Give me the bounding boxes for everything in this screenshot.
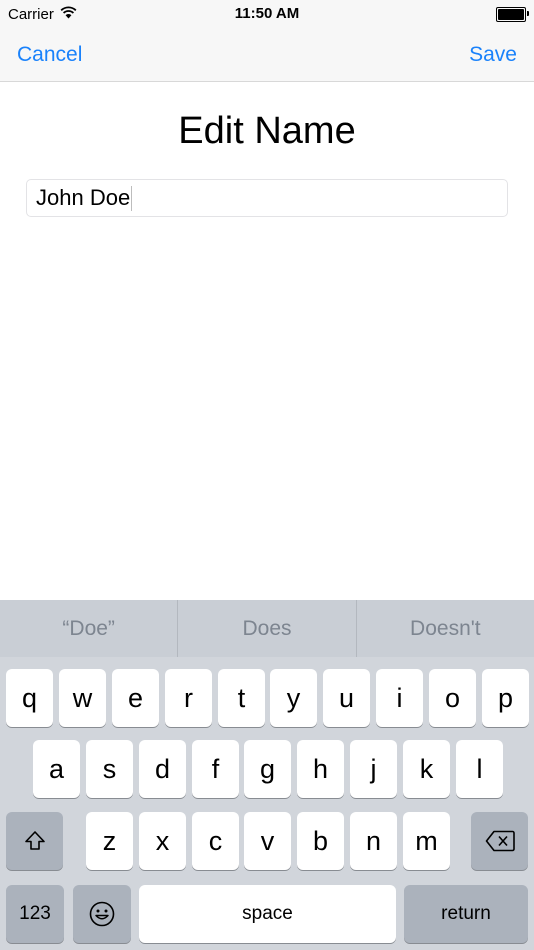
return-key[interactable]: return [404, 885, 528, 943]
navigation-bar: Cancel Save [0, 28, 534, 82]
save-button[interactable]: Save [469, 28, 517, 81]
status-bar: Carrier [0, 0, 534, 28]
page-title: Edit Name [178, 110, 356, 152]
key-j[interactable]: j [350, 740, 397, 798]
name-input[interactable]: John Doe [26, 179, 508, 217]
emoji-icon [73, 901, 131, 927]
shift-key[interactable] [6, 812, 63, 870]
key-d[interactable]: d [139, 740, 186, 798]
suggestion-item-2[interactable]: Does [178, 600, 355, 657]
key-l[interactable]: l [456, 740, 503, 798]
name-input-value: John Doe [36, 185, 131, 210]
suggestion-item-1[interactable]: “Doe” [0, 600, 177, 657]
backspace-icon [471, 830, 528, 852]
cancel-button[interactable]: Cancel [17, 28, 82, 81]
key-a[interactable]: a [33, 740, 80, 798]
suggestion-item-3[interactable]: Doesn't [357, 600, 534, 657]
key-h[interactable]: h [297, 740, 344, 798]
key-z[interactable]: z [86, 812, 133, 870]
numbers-key[interactable]: 123 [6, 885, 64, 943]
key-n[interactable]: n [350, 812, 397, 870]
text-caret [131, 185, 133, 211]
key-v[interactable]: v [244, 812, 291, 870]
key-g[interactable]: g [244, 740, 291, 798]
key-k[interactable]: k [403, 740, 450, 798]
wifi-icon [60, 6, 77, 23]
key-u[interactable]: u [323, 669, 370, 727]
suggestion-bar: “Doe” Does Doesn't [0, 600, 534, 657]
battery-icon [496, 6, 529, 22]
key-e[interactable]: e [112, 669, 159, 727]
emoji-key[interactable] [73, 885, 131, 943]
key-x[interactable]: x [139, 812, 186, 870]
key-q[interactable]: q [6, 669, 53, 727]
key-p[interactable]: p [482, 669, 529, 727]
key-t[interactable]: t [218, 669, 265, 727]
key-r[interactable]: r [165, 669, 212, 727]
edit-name-screen: Carrier 11:50 AM Cancel Save Edit Name J… [0, 0, 534, 950]
carrier-label: Carrier [8, 5, 54, 23]
delete-key[interactable] [471, 812, 528, 870]
key-s[interactable]: s [86, 740, 133, 798]
key-f[interactable]: f [192, 740, 239, 798]
key-b[interactable]: b [297, 812, 344, 870]
key-c[interactable]: c [192, 812, 239, 870]
key-o[interactable]: o [429, 669, 476, 727]
key-i[interactable]: i [376, 669, 423, 727]
key-m[interactable]: m [403, 812, 450, 870]
key-w[interactable]: w [59, 669, 106, 727]
status-left: Carrier [8, 6, 77, 23]
shift-icon [6, 829, 63, 853]
keyboard: “Doe” Does Doesn't q w e r t y u i o p a… [0, 600, 534, 950]
space-key[interactable]: space [139, 885, 396, 943]
key-y[interactable]: y [270, 669, 317, 727]
